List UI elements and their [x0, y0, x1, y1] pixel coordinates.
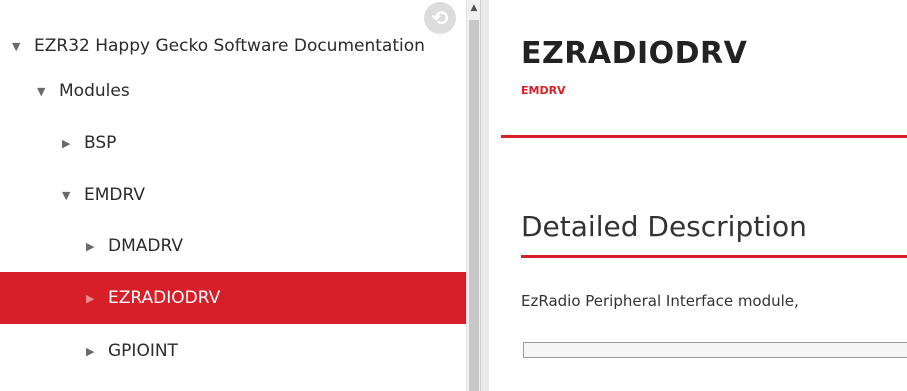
tree-item-label: Modules — [59, 81, 130, 101]
page-title: EZRADIODRV — [521, 36, 748, 71]
parent-module-link[interactable]: EMDRV — [521, 84, 566, 97]
code-block — [523, 342, 907, 358]
tree-item-modules[interactable]: ▼ Modules — [0, 65, 466, 117]
tree-item-label: EZR32 Happy Gecko Software Documentation — [34, 36, 425, 56]
expand-arrow-icon[interactable]: ▼ — [37, 85, 59, 98]
expand-arrow-icon[interactable]: ▼ — [62, 189, 84, 202]
sidebar-scrollbar[interactable]: ▲ — [466, 0, 481, 391]
navigation-tree: ▼ EZR32 Happy Gecko Software Documentati… — [0, 0, 466, 391]
scroll-up-arrow-icon[interactable]: ▲ — [467, 0, 481, 16]
tree-item-dmadrv[interactable]: ▶ DMADRV — [0, 220, 466, 272]
description-text: EzRadio Peripheral Interface module, — [521, 292, 799, 310]
expand-arrow-icon[interactable]: ▶ — [62, 137, 84, 150]
tree-item-bsp[interactable]: ▶ BSP — [0, 117, 466, 169]
tree-item-label: BSP — [84, 133, 117, 153]
section-divider — [521, 255, 907, 258]
sync-icon[interactable]: ⟲ — [424, 2, 456, 34]
expand-arrow-icon[interactable]: ▶ — [86, 240, 108, 253]
pane-splitter[interactable] — [480, 0, 489, 391]
tree-item-label: GPIOINT — [108, 341, 178, 361]
tree-item-label: DMADRV — [108, 236, 183, 256]
tree-item-gpioint[interactable]: ▶ GPIOINT — [0, 325, 466, 377]
tree-item-label: EZRADIODRV — [108, 288, 221, 308]
tree-item-ezradiodrv[interactable]: ▶ EZRADIODRV — [0, 272, 466, 324]
section-heading: Detailed Description — [521, 210, 807, 243]
expand-arrow-icon[interactable]: ▼ — [12, 40, 34, 53]
scroll-thumb[interactable] — [469, 20, 479, 391]
content-pane: EZRADIODRV EMDRV Detailed Description Ez… — [489, 0, 907, 391]
title-divider — [501, 135, 907, 138]
expand-arrow-icon[interactable]: ▶ — [86, 345, 108, 358]
tree-item-emdrv[interactable]: ▼ EMDRV — [0, 169, 466, 221]
expand-arrow-icon[interactable]: ▶ — [86, 292, 108, 305]
tree-item-label: EMDRV — [84, 185, 146, 205]
